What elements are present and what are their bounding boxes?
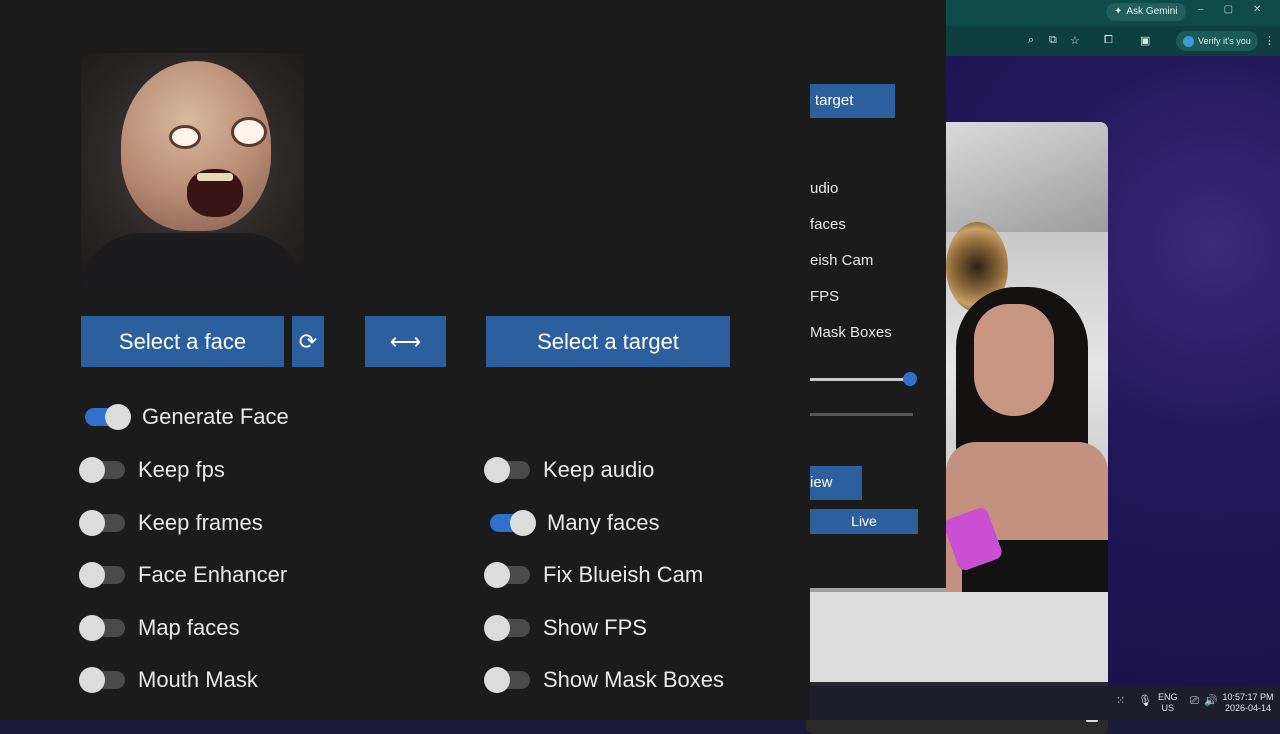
tray-apps-icon[interactable]: ⁙ — [1116, 696, 1125, 707]
volume-icon[interactable]: 🔊 — [1204, 696, 1218, 707]
browser-window: ✦ Ask Gemini – ▢ ✕ ⌕ ⧉ ☆ ⧠ ▣ Verify it's… — [806, 0, 1280, 734]
select-face-button[interactable]: Select a face — [81, 316, 284, 367]
swap-icon[interactable]: ⟷ — [365, 316, 446, 367]
switch-show-mask-boxes[interactable] — [484, 667, 530, 693]
show-mask-boxes-label: Mask Boxes — [810, 324, 892, 341]
switch-many-faces[interactable] — [490, 510, 536, 536]
slider-handle[interactable] — [903, 372, 917, 386]
preview-eye-left — [169, 125, 201, 149]
switch-knob — [484, 615, 510, 641]
minimize-button[interactable]: – — [1198, 4, 1204, 15]
clock-time: 10:57:17 PM — [1222, 692, 1274, 702]
switch-generate-face[interactable] — [85, 404, 131, 430]
switch-map-faces[interactable] — [79, 615, 125, 641]
switch-knob — [105, 404, 131, 430]
refresh-icon[interactable]: ⟳ — [292, 316, 324, 367]
microphone-icon[interactable]: 🎙 — [1138, 696, 1152, 707]
live-button[interactable]: Live — [810, 509, 918, 534]
switch-knob — [510, 510, 536, 536]
switch-knob — [79, 615, 105, 641]
ask-gemini-label: Ask Gemini — [1126, 6, 1178, 17]
switch-show-fps[interactable] — [484, 615, 530, 641]
zoom-icon[interactable]: ⌕ — [1028, 34, 1034, 47]
preview-teeth — [197, 173, 233, 181]
preview-eye-right — [231, 117, 267, 147]
toggle-generate-face[interactable]: Generate Face — [85, 402, 289, 432]
window-controls: – ▢ ✕ — [1198, 4, 1261, 15]
slider-track-2[interactable] — [810, 413, 913, 416]
toggle-label: Fix Blueish Cam — [543, 562, 704, 587]
main-app-window: Select a face ⟳ ⟷ Select a target Genera… — [0, 0, 810, 720]
toggle-label: Show FPS — [543, 615, 647, 640]
network-icon[interactable]: ⎚ — [1190, 696, 1199, 707]
switch-knob — [484, 667, 510, 693]
extensions-icon[interactable]: ⧠ — [1104, 34, 1113, 47]
profile-avatar — [1183, 35, 1194, 47]
star-icon[interactable]: ☆ — [1070, 34, 1080, 47]
slider-track[interactable] — [810, 378, 910, 381]
switch-keep-audio[interactable] — [484, 457, 530, 483]
toggle-show-mask-boxes[interactable]: Show Mask Boxes — [484, 665, 724, 695]
preview-button[interactable]: iew — [810, 466, 862, 500]
select-target-button[interactable]: Select a target — [486, 316, 730, 367]
install-icon[interactable]: ⧉ — [1049, 34, 1057, 47]
clock-date: 2026-04-14 — [1224, 703, 1272, 713]
toggle-label: Generate Face — [142, 404, 289, 429]
switch-knob — [79, 562, 105, 588]
switch-knob — [79, 457, 105, 483]
gemini-icon: ✦ — [1114, 6, 1123, 17]
close-button[interactable]: ✕ — [1253, 4, 1261, 15]
show-fps-label: FPS — [810, 288, 840, 305]
verify-profile-button[interactable]: Verify it's you — [1176, 31, 1258, 51]
video-face — [974, 304, 1054, 416]
toggle-fix-blueish-cam[interactable]: Fix Blueish Cam — [484, 560, 704, 590]
sidebar-icon[interactable]: ▣ — [1140, 34, 1150, 47]
language-indicator[interactable]: ENG US — [1158, 692, 1178, 714]
toggle-label: Keep audio — [543, 457, 655, 482]
toggle-label: Map faces — [138, 615, 240, 640]
switch-keep-fps[interactable] — [79, 457, 125, 483]
taskbar: ⁙ 🎙 ENG US ⎚ 🔊 10:57:17 PM 2026-04-14 — [810, 686, 1280, 720]
keep-audio-label: udio — [810, 180, 839, 197]
maximize-button[interactable]: ▢ — [1224, 4, 1233, 15]
switch-mouth-mask[interactable] — [79, 667, 125, 693]
toggle-label: Keep fps — [138, 457, 225, 482]
many-faces-label: faces — [810, 216, 846, 233]
verify-label: Verify it's you — [1198, 36, 1251, 46]
toggle-mouth-mask[interactable]: Mouth Mask — [79, 665, 258, 695]
more-menu-icon[interactable]: ⋮ — [1264, 34, 1275, 47]
toggle-map-faces[interactable]: Map faces — [79, 613, 240, 643]
language-label: ENG — [1158, 692, 1178, 702]
toggle-label: Mouth Mask — [138, 667, 258, 692]
second-app-window: target udio faces eish Cam FPS Mask Boxe… — [810, 0, 946, 588]
toggle-label: Many faces — [547, 510, 660, 535]
switch-knob — [484, 562, 510, 588]
ask-gemini-button[interactable]: ✦ Ask Gemini — [1106, 3, 1186, 21]
toggle-label: Face Enhancer — [138, 562, 288, 587]
switch-knob — [79, 667, 105, 693]
preview-shoulders — [81, 233, 304, 291]
browser-titlebar: ✦ Ask Gemini – ▢ ✕ — [946, 0, 1280, 26]
toggle-keep-frames[interactable]: Keep frames — [79, 508, 263, 538]
clock[interactable]: 10:57:17 PM 2026-04-14 — [1222, 692, 1274, 714]
switch-knob — [484, 457, 510, 483]
toggle-keep-audio[interactable]: Keep audio — [484, 455, 655, 485]
switch-face-enhancer[interactable] — [79, 562, 125, 588]
switch-knob — [79, 510, 105, 536]
switch-fix-blueish-cam[interactable] — [484, 562, 530, 588]
toggle-many-faces[interactable]: Many faces — [490, 508, 660, 538]
toggle-label: Show Mask Boxes — [543, 667, 724, 692]
browser-page — [806, 56, 1280, 734]
select-target-button[interactable]: target — [810, 84, 895, 118]
fix-blueish-cam-label: eish Cam — [810, 252, 874, 269]
toggle-keep-fps[interactable]: Keep fps — [79, 455, 225, 485]
source-face-preview — [81, 53, 304, 291]
region-label: US — [1161, 703, 1175, 713]
toggle-face-enhancer[interactable]: Face Enhancer — [79, 560, 288, 590]
toggle-label: Keep frames — [138, 510, 263, 535]
switch-keep-frames[interactable] — [79, 510, 125, 536]
toggle-show-fps[interactable]: Show FPS — [484, 613, 647, 643]
